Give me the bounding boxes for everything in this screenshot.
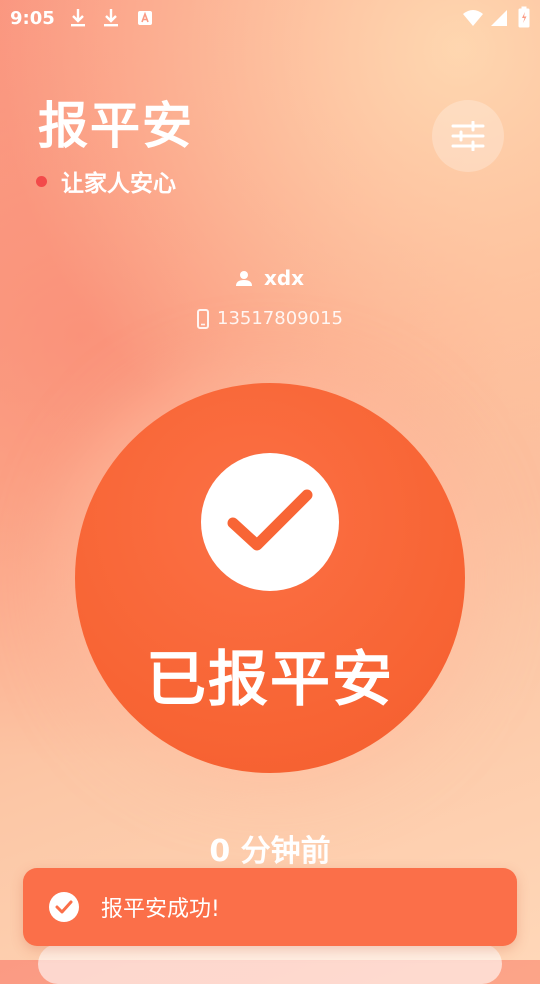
download-icon [71, 9, 85, 27]
phone-icon [197, 308, 209, 329]
user-info: xdx [0, 266, 540, 290]
status-dot [36, 175, 47, 187]
sliders-icon [451, 121, 485, 151]
wifi-icon [463, 10, 483, 26]
subtitle-row: 让家人安心 [36, 164, 176, 198]
toast-message: 报平安成功! [101, 897, 220, 922]
font-icon [138, 11, 152, 25]
subtitle-text: 让家人安心 [61, 171, 176, 197]
phone-number: 13517809015 [217, 308, 343, 329]
user-name: xdx [263, 266, 305, 290]
page-title: 报平安 [38, 97, 194, 155]
checkmark-icon [227, 489, 313, 551]
phone-info: 13517809015 [0, 308, 540, 329]
toast-check-icon [49, 892, 79, 922]
report-status-label: 已报平安 [146, 645, 394, 715]
last-report-time: 0 分钟前 [209, 834, 331, 869]
settings-button[interactable] [432, 100, 504, 172]
status-time: 9:05 [10, 8, 55, 29]
success-toast: 报平安成功! [23, 868, 517, 946]
download-icon [104, 9, 118, 27]
check-badge [201, 453, 339, 591]
bottom-card[interactable] [38, 944, 502, 984]
battery-icon [518, 6, 530, 28]
person-icon [235, 271, 252, 286]
status-bar: 9:05 [0, 0, 540, 36]
signal-icon [491, 10, 507, 26]
report-safe-button[interactable]: 已报平安 [75, 383, 465, 773]
